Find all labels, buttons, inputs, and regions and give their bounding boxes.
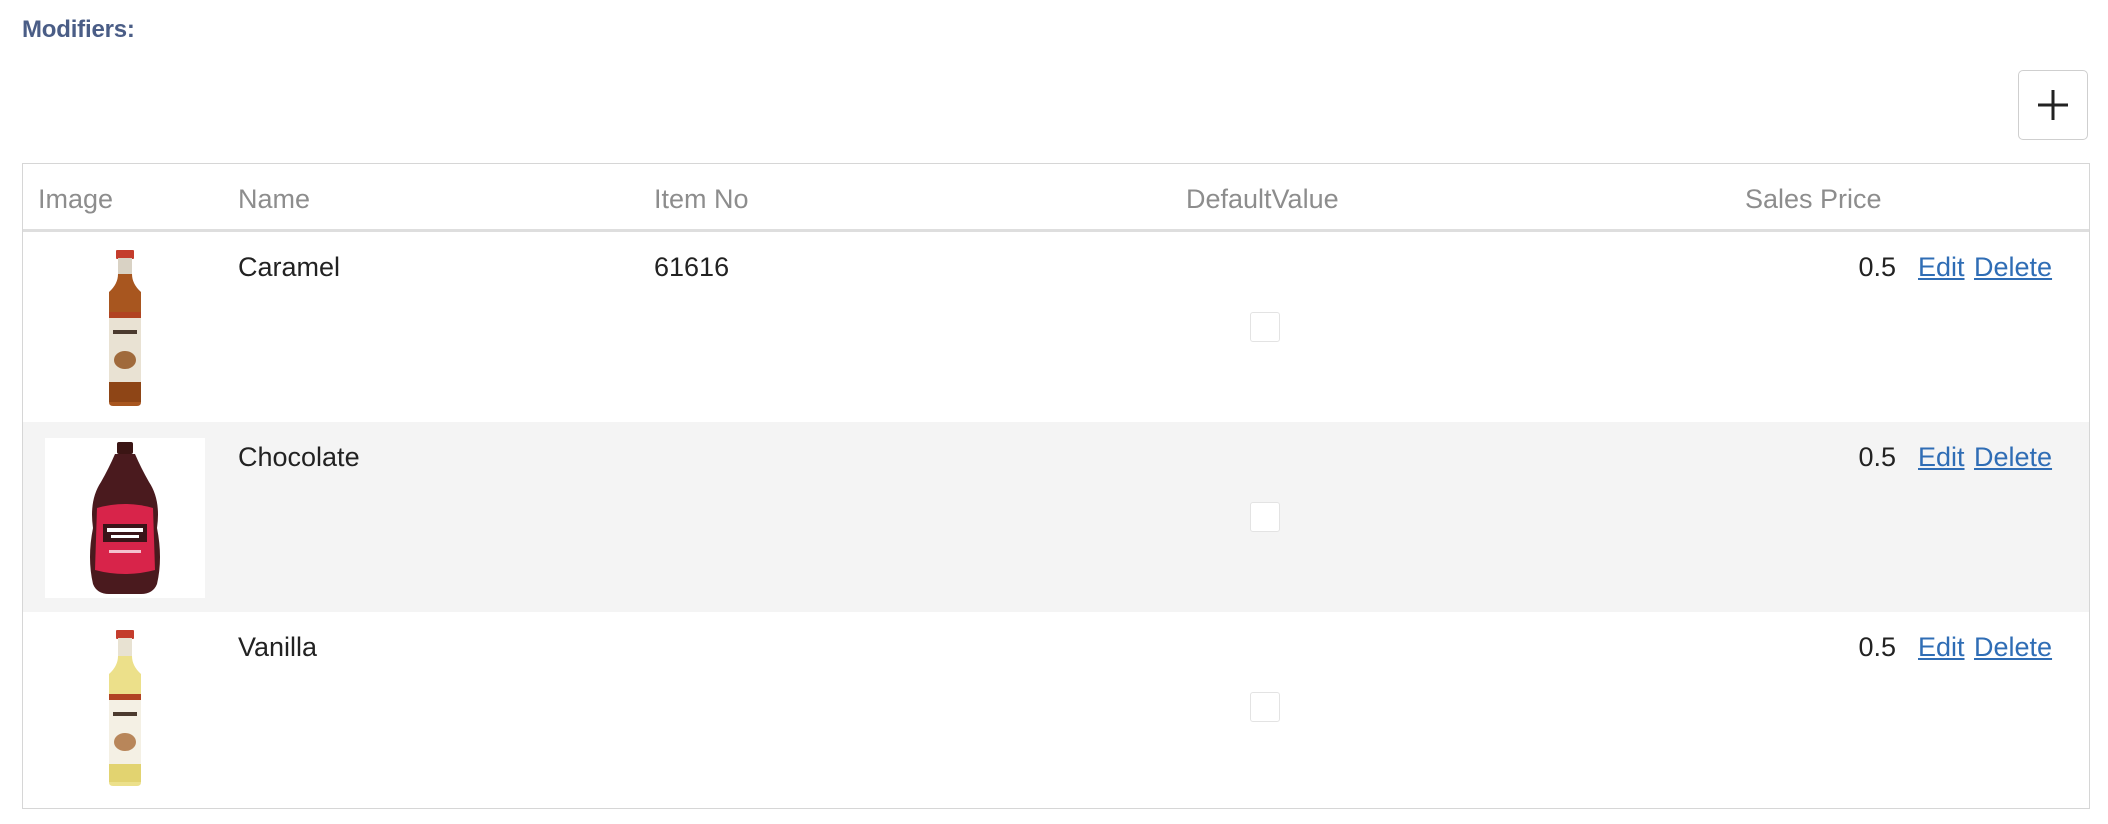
add-modifier-button[interactable] [2018, 70, 2088, 140]
edit-link[interactable]: Edit [1918, 252, 1965, 283]
row-name: Chocolate [238, 442, 360, 472]
edit-link[interactable]: Edit [1918, 632, 1965, 663]
row-name: Caramel [238, 252, 341, 282]
delete-link[interactable]: Delete [1974, 252, 2052, 283]
modifiers-table: Image Name Item No DefaultValue Sales Pr… [22, 163, 2090, 809]
default-value-checkbox[interactable] [1250, 692, 1280, 722]
table-row: Vanilla 0.5 Edit Delete [23, 612, 2089, 802]
row-sales-price: 0.5 [1858, 632, 1896, 662]
edit-link[interactable]: Edit [1918, 442, 1965, 473]
row-sales-price: 0.5 [1858, 442, 1896, 472]
column-header-image: Image [38, 184, 114, 214]
row-name: Vanilla [238, 632, 318, 662]
row-sales-price: 0.5 [1858, 252, 1896, 282]
column-header-sales-price: Sales Price [1745, 184, 1882, 214]
section-title: Modifiers: [22, 16, 135, 43]
vanilla-syrup-image [45, 628, 205, 788]
row-item-no: 61616 [654, 252, 730, 282]
default-value-checkbox[interactable] [1250, 312, 1280, 342]
table-row: Caramel 61616 0.5 Edit Delete [23, 232, 2089, 422]
column-header-name: Name [238, 184, 311, 214]
chocolate-syrup-image [45, 438, 205, 598]
delete-link[interactable]: Delete [1974, 442, 2052, 473]
column-header-item-no: Item No [654, 184, 749, 214]
delete-link[interactable]: Delete [1974, 632, 2052, 663]
caramel-syrup-image [45, 248, 205, 408]
table-header: Image Name Item No DefaultValue Sales Pr… [23, 164, 2089, 232]
column-header-default-value: DefaultValue [1186, 184, 1339, 214]
plus-icon [2038, 90, 2068, 120]
default-value-checkbox[interactable] [1250, 502, 1280, 532]
table-row: Chocolate 0.5 Edit Delete [23, 422, 2089, 612]
